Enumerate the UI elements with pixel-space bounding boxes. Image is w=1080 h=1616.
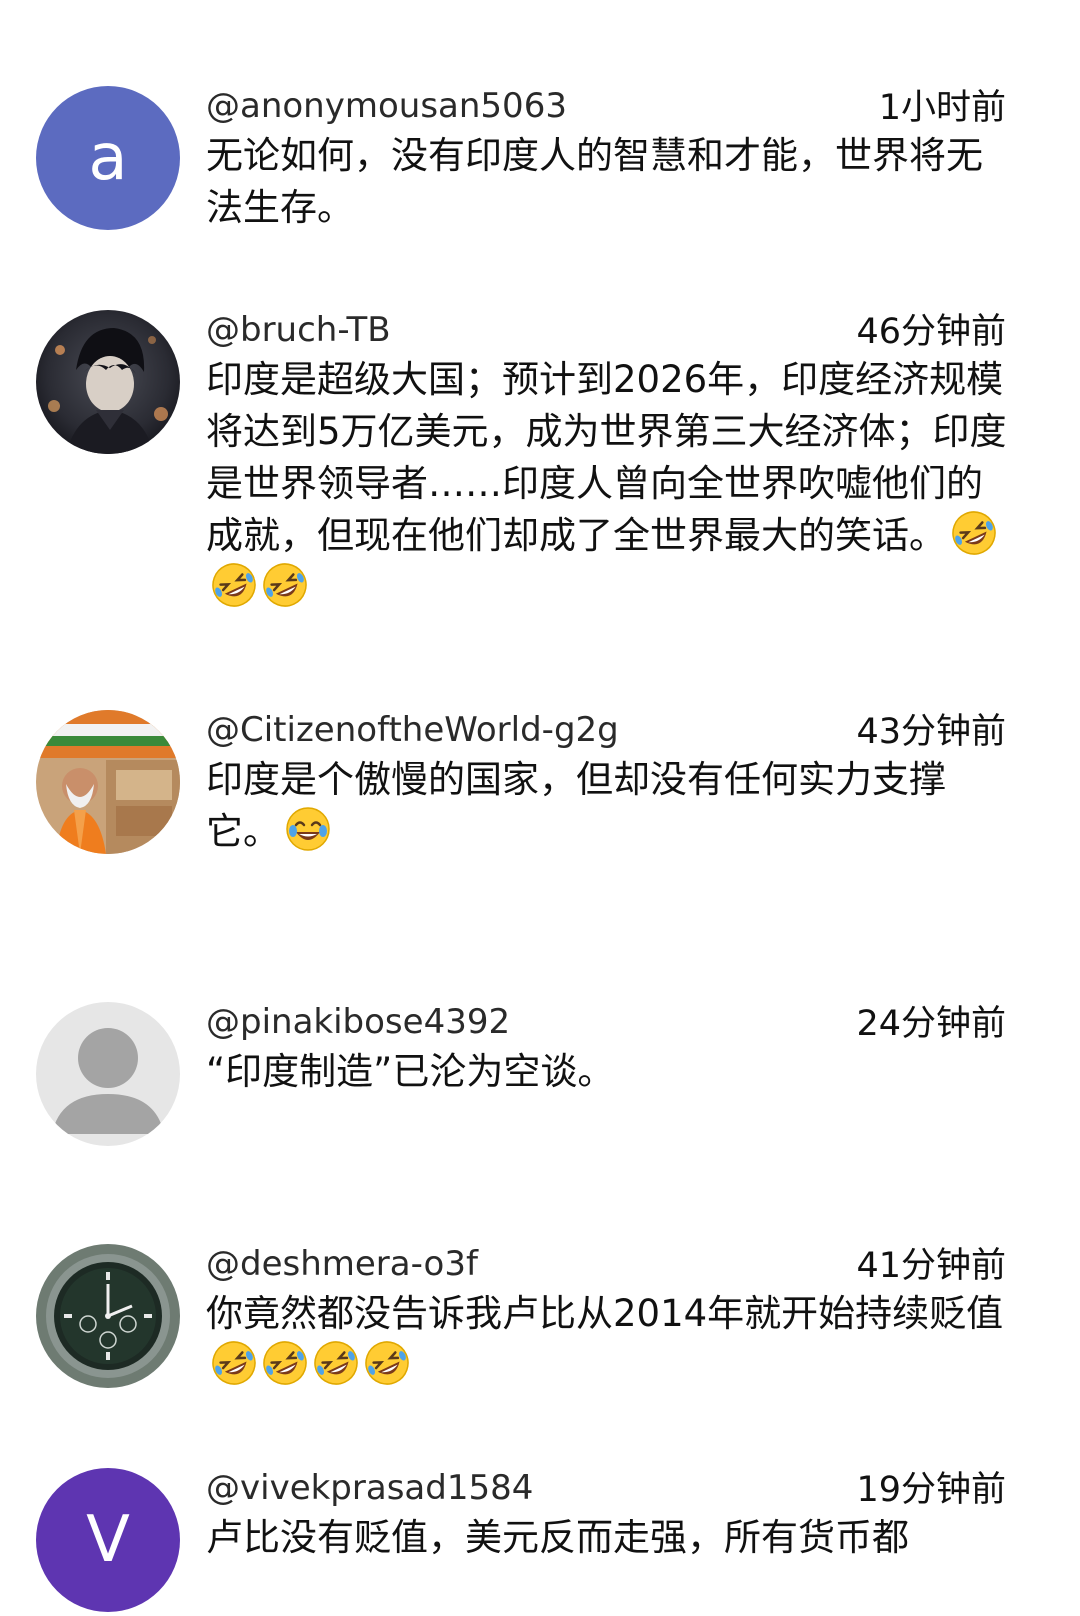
rofl-emoji — [952, 511, 996, 555]
emoji-row — [280, 807, 331, 853]
avatar[interactable] — [36, 710, 180, 854]
comment-handle[interactable]: @bruch-TB — [206, 310, 391, 350]
avatar[interactable]: V — [36, 1468, 180, 1612]
comment-text: 卢比没有贬值，美元反而走强，所有货币都 — [206, 1516, 909, 1559]
joy-emoji — [286, 807, 330, 851]
rofl-emoji — [365, 1341, 409, 1385]
avatar[interactable]: a — [36, 86, 180, 230]
rofl-emoji — [212, 1341, 256, 1385]
rofl-emoji — [263, 1341, 307, 1385]
avatar[interactable] — [36, 1244, 180, 1388]
watch-photo-avatar-image — [36, 1244, 180, 1388]
comment-time: 1小时前 — [878, 88, 1006, 128]
avatar[interactable] — [36, 310, 180, 454]
comment-time: 43分钟前 — [856, 712, 1006, 752]
default-user-icon — [36, 1002, 180, 1146]
rofl-emoji — [212, 563, 256, 607]
comment-handle[interactable]: @anonymousan5063 — [206, 86, 567, 126]
rofl-emoji — [314, 1341, 358, 1385]
avatar-letter: a — [88, 121, 128, 195]
comment-handle[interactable]: @vivekprasad1584 — [206, 1468, 533, 1508]
comment-time: 19分钟前 — [856, 1470, 1006, 1510]
avatar-letter: V — [86, 1503, 130, 1577]
comment-handle[interactable]: @pinakibose4392 — [206, 1002, 510, 1042]
comment-text: 印度是个傲慢的国家，但却没有任何实力支撑它。 — [206, 758, 946, 853]
rofl-emoji — [263, 563, 307, 607]
avatar[interactable] — [36, 1002, 180, 1146]
comment-time: 41分钟前 — [856, 1246, 1006, 1286]
comment-text: “印度制造”已沦为空谈。 — [206, 1050, 615, 1093]
comment-handle[interactable]: @CitizenoftheWorld-g2g — [206, 710, 619, 750]
anime-character-avatar-image — [36, 310, 180, 454]
comment-text: 无论如何，没有印度人的智慧和才能，世界将无法生存。 — [206, 134, 983, 229]
person-photo-avatar-image — [36, 710, 180, 854]
comment-text: 印度是超级大国；预计到2026年，印度经济规模将达到5万亿美元，成为世界第三大经… — [206, 354, 1016, 614]
comment-time: 24分钟前 — [856, 1004, 1006, 1044]
comment-time: 46分钟前 — [856, 312, 1006, 352]
comment-text: 你竟然都没告诉我卢比从2014年就开始持续贬值 — [206, 1288, 1016, 1392]
comment-handle[interactable]: @deshmera-o3f — [206, 1244, 478, 1284]
emoji-row — [206, 1341, 410, 1387]
